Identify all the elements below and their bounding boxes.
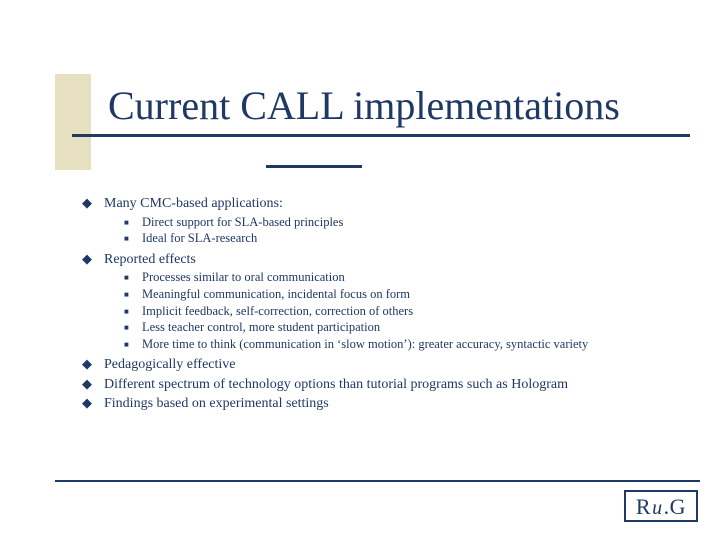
list-item: ■ Less teacher control, more student par… xyxy=(124,320,682,336)
title-underline xyxy=(72,134,690,137)
diamond-bullet-icon: ◆ xyxy=(82,356,104,374)
list-item: ■ Processes similar to oral communicatio… xyxy=(124,270,682,286)
square-bullet-icon: ■ xyxy=(124,337,142,353)
list-item-label: Reported effects xyxy=(104,251,682,269)
accent-bar xyxy=(55,74,91,170)
list-item-label: Pedagogically effective xyxy=(104,356,682,374)
list-item-label: More time to think (communication in ‘sl… xyxy=(142,337,682,353)
square-bullet-icon: ■ xyxy=(124,287,142,303)
square-bullet-icon: ■ xyxy=(124,231,142,247)
diamond-bullet-icon: ◆ xyxy=(82,376,104,394)
list-item-label: Many CMC-based applications: xyxy=(104,195,682,213)
list-item: ■ Direct support for SLA-based principle… xyxy=(124,215,682,231)
list-item-label: Findings based on experimental settings xyxy=(104,395,682,413)
list-item: ◆ Pedagogically effective xyxy=(82,356,682,374)
sub-list: ■ Processes similar to oral communicatio… xyxy=(124,270,682,352)
list-item-label: Direct support for SLA-based principles xyxy=(142,215,682,231)
list-item-label: Processes similar to oral communication xyxy=(142,270,682,286)
list-item: ◆ Different spectrum of technology optio… xyxy=(82,376,682,394)
list-item-label: Different spectrum of technology options… xyxy=(104,376,682,394)
slide-body: ◆ Many CMC-based applications: ■ Direct … xyxy=(82,195,682,415)
list-item-label: Implicit feedback, self-correction, corr… xyxy=(142,304,682,320)
title-tick xyxy=(266,165,362,168)
square-bullet-icon: ■ xyxy=(124,320,142,336)
footer-divider xyxy=(55,480,700,482)
sub-list: ■ Direct support for SLA-based principle… xyxy=(124,215,682,247)
logo-g: .G xyxy=(664,494,686,519)
slide-title: Current CALL implementations xyxy=(108,82,620,129)
logo-u: u xyxy=(651,497,664,519)
list-item: ◆ Reported effects xyxy=(82,251,682,269)
square-bullet-icon: ■ xyxy=(124,270,142,286)
list-item: ■ More time to think (communication in ‘… xyxy=(124,337,682,353)
list-item: ◆ Many CMC-based applications: xyxy=(82,195,682,213)
list-item: ■ Meaningful communication, incidental f… xyxy=(124,287,682,303)
square-bullet-icon: ■ xyxy=(124,304,142,320)
square-bullet-icon: ■ xyxy=(124,215,142,231)
list-item-label: Ideal for SLA-research xyxy=(142,231,682,247)
diamond-bullet-icon: ◆ xyxy=(82,395,104,413)
logo-r: R xyxy=(636,494,651,519)
list-item-label: Meaningful communication, incidental foc… xyxy=(142,287,682,303)
list-item: ■ Ideal for SLA-research xyxy=(124,231,682,247)
list-item: ■ Implicit feedback, self-correction, co… xyxy=(124,304,682,320)
list-item: ◆ Findings based on experimental setting… xyxy=(82,395,682,413)
list-item-label: Less teacher control, more student parti… xyxy=(142,320,682,336)
diamond-bullet-icon: ◆ xyxy=(82,195,104,213)
diamond-bullet-icon: ◆ xyxy=(82,251,104,269)
rug-logo: Ru.G xyxy=(624,490,698,522)
slide: Current CALL implementations ◆ Many CMC-… xyxy=(0,0,720,540)
